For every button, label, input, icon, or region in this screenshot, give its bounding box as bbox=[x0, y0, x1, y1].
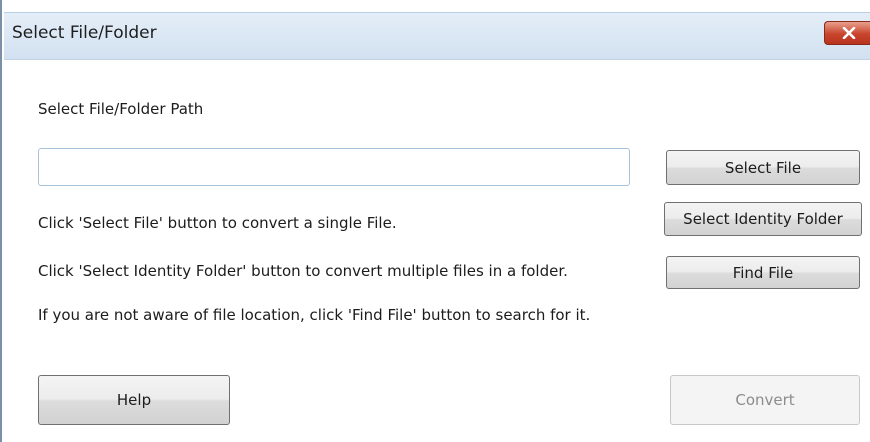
convert-button[interactable]: Convert bbox=[670, 375, 860, 425]
help-button[interactable]: Help bbox=[38, 375, 230, 425]
title-bar[interactable]: Select File/Folder bbox=[4, 12, 870, 60]
instruction-select-file: Click 'Select File' button to convert a … bbox=[38, 214, 397, 232]
select-identity-folder-button[interactable]: Select Identity Folder bbox=[664, 202, 862, 236]
path-label: Select File/Folder Path bbox=[38, 100, 204, 118]
close-icon bbox=[842, 27, 855, 39]
instruction-find-file: If you are not aware of file location, c… bbox=[38, 306, 591, 324]
path-input[interactable] bbox=[38, 148, 630, 186]
find-file-button[interactable]: Find File bbox=[666, 256, 860, 289]
close-button[interactable] bbox=[824, 21, 870, 45]
select-file-button[interactable]: Select File bbox=[666, 150, 860, 185]
instruction-select-identity-folder: Click 'Select Identity Folder' button to… bbox=[38, 262, 568, 280]
window-title: Select File/Folder bbox=[12, 23, 157, 43]
select-file-folder-dialog: Select File/Folder Select File/Folder Pa… bbox=[0, 0, 870, 442]
